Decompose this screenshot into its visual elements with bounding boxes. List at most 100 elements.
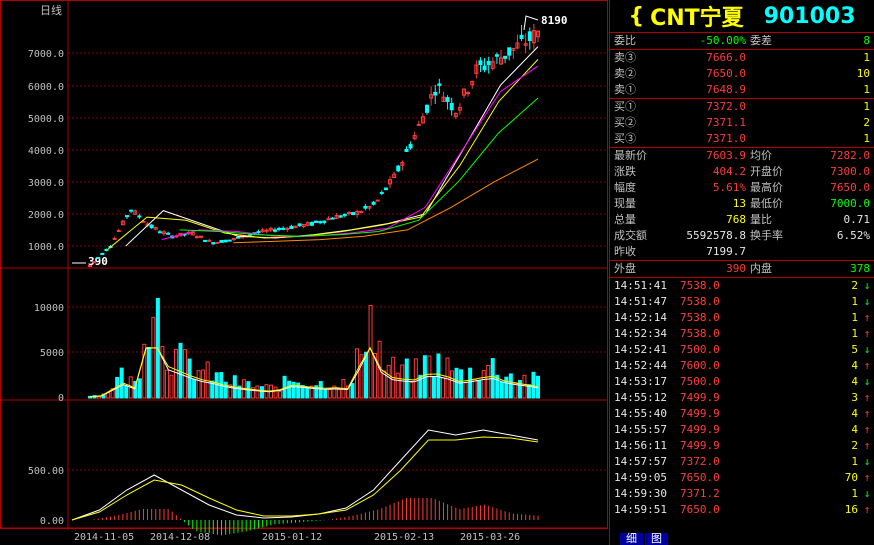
volume-bar — [481, 370, 486, 399]
kline-chart[interactable]: 日线 7000.0 6000.0 5000.0 4000.0 3000.0 20… — [0, 0, 609, 545]
tick-time: 14:59:30 — [614, 487, 667, 500]
tab-detail[interactable]: 细 — [620, 533, 643, 545]
volume-bar — [305, 386, 310, 399]
tick-price: 7538.0 — [680, 327, 720, 340]
buy-volume: 2 — [863, 116, 870, 129]
price-tick: 4000.0 — [28, 146, 64, 157]
tick-row[interactable]: 14:53:17 7500.0 4 ↓ — [610, 374, 874, 390]
volume-bar — [459, 369, 464, 399]
buy-volume: 1 — [863, 100, 870, 113]
candle-body — [289, 225, 294, 229]
volume-bar — [151, 316, 156, 399]
candle-body — [326, 218, 331, 221]
tick-price: 7600.0 — [680, 359, 720, 372]
volume-tick: 5000 — [40, 348, 64, 359]
tick-list[interactable]: 14:51:41 7538.0 2 ↓ 14:51:47 7538.0 1 ↓ 14:52:14… — [610, 277, 874, 518]
candle-body — [281, 227, 286, 230]
buy-row[interactable]: 买② 7371.1 2 — [610, 115, 874, 131]
tick-volume: 1 — [851, 327, 858, 340]
tick-time: 14:57:57 — [614, 455, 667, 468]
tab-chart[interactable]: 图 — [645, 533, 668, 545]
volume-bar — [440, 377, 445, 399]
candle-body — [342, 213, 347, 216]
tick-row[interactable]: 14:52:41 7500.0 5 ↓ — [610, 342, 874, 358]
date-label: 2014-12-08 — [150, 532, 210, 543]
tick-row[interactable]: 14:59:30 7371.2 1 ↓ — [610, 486, 874, 502]
candle-body — [318, 221, 323, 224]
stock-code: 901003 — [763, 3, 856, 29]
tick-row[interactable]: 14:55:40 7499.9 4 ↑ — [610, 406, 874, 422]
candle-body — [396, 165, 401, 172]
volume-bar — [336, 389, 341, 399]
candle-body — [92, 261, 97, 264]
tick-row[interactable]: 14:51:47 7538.0 1 ↓ — [610, 294, 874, 310]
buy-price: 7372.0 — [706, 100, 746, 113]
volume-tick: 10000 — [34, 303, 64, 314]
volume-bar — [499, 381, 504, 399]
tick-row[interactable]: 14:52:14 7538.0 1 ↑ — [610, 310, 874, 326]
tick-price: 7538.0 — [680, 295, 720, 308]
volume-bar — [454, 367, 459, 399]
buy-row[interactable]: 买③ 7371.0 1 — [610, 131, 874, 147]
sell-volume: 10 — [856, 67, 870, 80]
volume-bar — [350, 383, 355, 399]
tick-row[interactable]: 14:52:44 7600.0 4 ↑ — [610, 358, 874, 374]
candle-body — [194, 236, 199, 239]
tick-time: 14:51:47 — [614, 295, 667, 308]
stat-label: 涨跌 — [614, 165, 636, 178]
tick-row[interactable]: 14:57:57 7372.0 1 ↓ — [610, 454, 874, 470]
candle-body — [203, 239, 208, 242]
stat-label: 总量 — [614, 213, 636, 226]
sell-label: 卖① — [614, 83, 636, 96]
candle-body — [330, 217, 335, 220]
date-label: 2015-01-12 — [262, 532, 322, 543]
stat-row: 现量 13 最低价 7000.0 — [610, 196, 874, 212]
tick-price: 7500.0 — [680, 375, 720, 388]
tick-row[interactable]: 14:59:51 7650.0 16 ↑ — [610, 502, 874, 518]
tick-row[interactable]: 14:52:34 7538.0 1 ↑ — [610, 326, 874, 342]
volume-bar — [214, 372, 219, 399]
stat-value: 5592578.8 — [686, 229, 746, 242]
candle-body — [383, 187, 388, 191]
tick-time: 14:56:11 — [614, 439, 667, 452]
tick-time: 14:51:41 — [614, 279, 667, 292]
buy-row[interactable]: 买① 7372.0 1 — [610, 99, 874, 115]
tick-row[interactable]: 14:51:41 7538.0 2 ↓ — [610, 278, 874, 294]
zuoshou-label: 昨收 — [614, 245, 636, 258]
volume-bar — [146, 347, 151, 399]
stat-label: 开盘价 — [750, 165, 783, 178]
weibi-value: -50.00% — [699, 34, 746, 47]
tick-row[interactable]: 14:56:11 7499.9 2 ↑ — [610, 438, 874, 454]
candle-body — [264, 229, 269, 232]
volume-bar — [450, 370, 455, 399]
candle-body — [124, 215, 129, 218]
price-tick: 7000.0 — [28, 49, 64, 60]
buy-label: 买③ — [614, 132, 636, 145]
stock-title: { CNT宁夏 901003 — [610, 0, 874, 32]
sell-row[interactable]: 卖① 7648.9 1 — [610, 82, 874, 98]
tick-row[interactable]: 14:55:12 7499.9 3 ↑ — [610, 390, 874, 406]
stat-label: 最高价 — [750, 181, 783, 194]
candle-body — [116, 230, 121, 233]
tick-price: 7372.0 — [680, 455, 720, 468]
sell-row[interactable]: 卖② 7650.0 10 — [610, 66, 874, 82]
neipan-value: 378 — [850, 262, 870, 275]
volume-bar — [445, 357, 450, 399]
candle-body — [322, 220, 327, 223]
tick-time: 14:59:51 — [614, 503, 667, 516]
volume-bar — [395, 372, 400, 399]
volume-bar — [431, 376, 436, 399]
candle-body — [219, 239, 224, 243]
volume-bar — [468, 367, 473, 399]
weicha-label: 委差 — [750, 34, 772, 47]
sell-row[interactable]: 卖③ 7666.0 1 — [610, 50, 874, 66]
candle-body — [235, 236, 240, 239]
waipan-neipan-row: 外盘 390 内盘 378 — [610, 260, 874, 277]
candle-body — [166, 232, 171, 235]
candle-body — [137, 215, 142, 218]
tick-row[interactable]: 14:59:05 7650.0 70 ↑ — [610, 470, 874, 486]
sell-price: 7666.0 — [706, 51, 746, 64]
tick-volume: 16 — [844, 503, 858, 516]
tick-row[interactable]: 14:55:57 7499.9 4 ↑ — [610, 422, 874, 438]
volume-bar — [404, 358, 409, 399]
